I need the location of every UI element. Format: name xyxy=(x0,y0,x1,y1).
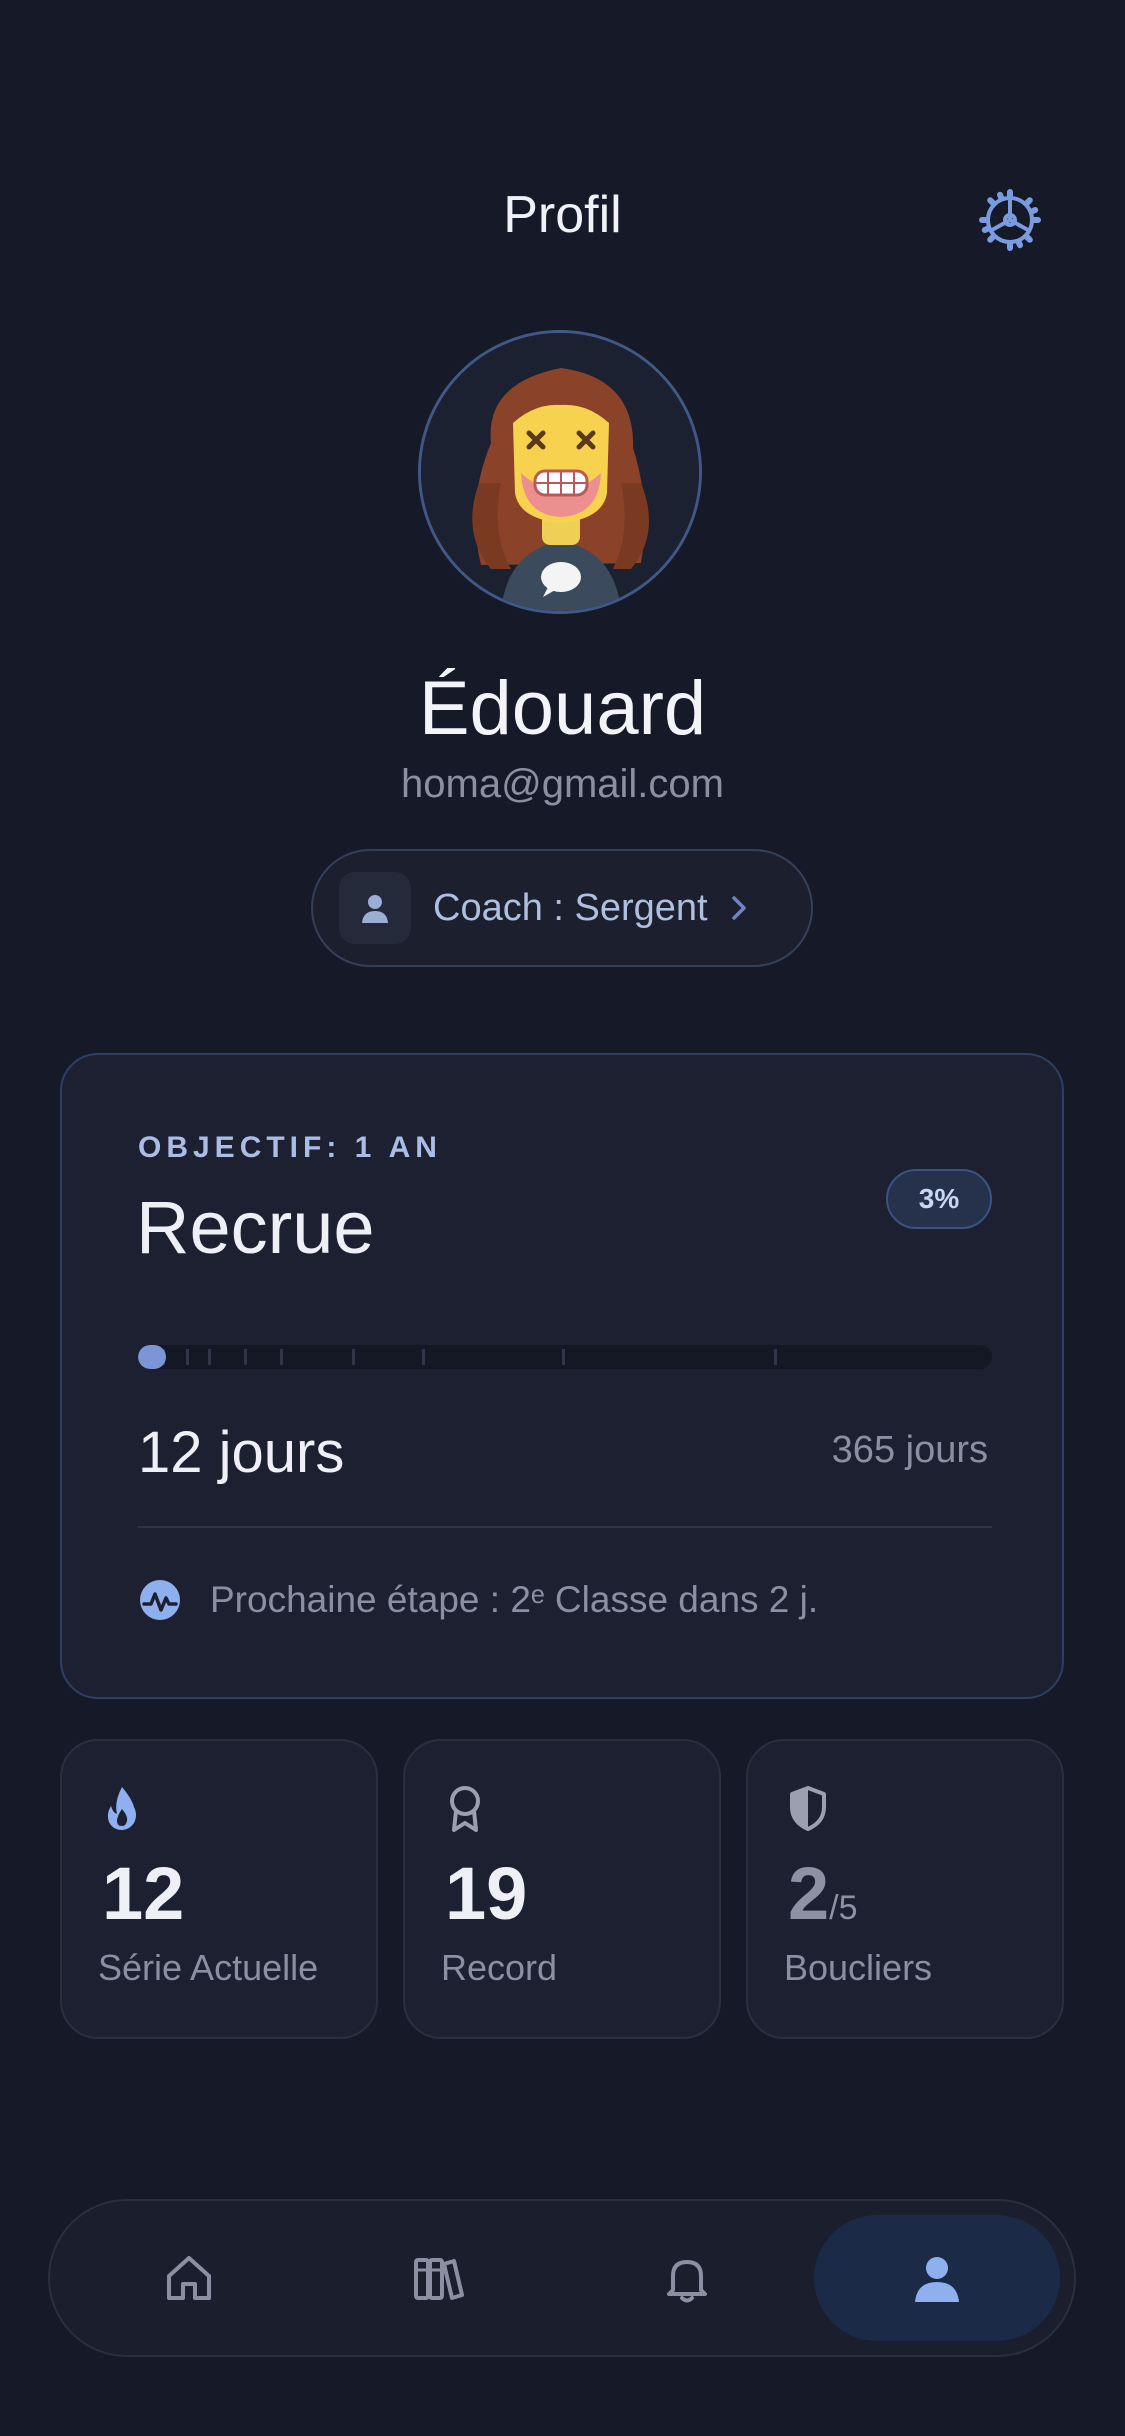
home-icon xyxy=(167,2256,211,2300)
goal-progress-fill xyxy=(138,1345,167,1369)
stat-value: 2/5 xyxy=(788,1852,858,1935)
nav-notifications[interactable] xyxy=(564,2215,810,2341)
stat-value: 12 xyxy=(102,1852,185,1935)
chevron-right-icon xyxy=(731,896,746,920)
books-icon xyxy=(414,2258,464,2300)
coach-button[interactable]: Coach : Sergent xyxy=(311,849,813,967)
goal-card: OBJECTIF: 1 AN Recrue 3% 12 jours 365 jo… xyxy=(60,1053,1064,1699)
coach-avatar xyxy=(339,872,411,944)
user-icon xyxy=(915,2257,959,2302)
avatar-illustration xyxy=(421,333,699,611)
coach-label: Coach : Sergent xyxy=(433,886,708,929)
person-icon xyxy=(362,895,388,923)
stat-label: Record xyxy=(441,1947,558,1988)
goal-percent-badge: 3% xyxy=(886,1169,992,1229)
nav-library[interactable] xyxy=(315,2215,561,2341)
nav-profile[interactable] xyxy=(814,2215,1060,2341)
activity-icon xyxy=(140,1580,180,1620)
next-step: Prochaine étape : 2ᵉ Classe dans 2 j. xyxy=(138,1578,818,1622)
page-title: Profil xyxy=(503,186,622,244)
settings-button[interactable] xyxy=(970,180,1050,260)
stat-card-record[interactable]: 19 Record xyxy=(403,1739,721,2039)
goal-rank: Recrue xyxy=(136,1186,375,1269)
goal-progress-bar xyxy=(138,1345,992,1369)
flame-icon xyxy=(107,1787,136,1830)
shield-icon xyxy=(790,1786,826,1831)
goal-objective: OBJECTIF: 1 AN xyxy=(138,1131,442,1164)
stat-label: Boucliers xyxy=(784,1947,933,1988)
award-icon xyxy=(450,1786,480,1832)
bell-icon xyxy=(667,2260,707,2303)
next-step-text: Prochaine étape : 2ᵉ Classe dans 2 j. xyxy=(210,1579,819,1620)
nav-home[interactable] xyxy=(66,2215,312,2341)
stat-label: Série Actuelle xyxy=(98,1947,319,1988)
avatar[interactable] xyxy=(418,330,702,614)
bottom-nav xyxy=(48,2199,1076,2357)
days-total: 365 jours xyxy=(831,1429,988,1471)
gear-icon xyxy=(979,189,1041,251)
stat-card-shields[interactable]: 2/5 Boucliers xyxy=(746,1739,1064,2039)
user-name: Édouard xyxy=(418,666,707,751)
stat-value: 19 xyxy=(445,1852,528,1935)
user-email: homa@gmail.com xyxy=(401,762,724,806)
stat-card-streak[interactable]: 12 Série Actuelle xyxy=(60,1739,378,2039)
divider xyxy=(138,1526,992,1528)
days-current: 12 jours xyxy=(138,1420,345,1485)
profile-screen: Profil Édouard homa@gmail.com Coach: Se… xyxy=(0,0,1125,2436)
